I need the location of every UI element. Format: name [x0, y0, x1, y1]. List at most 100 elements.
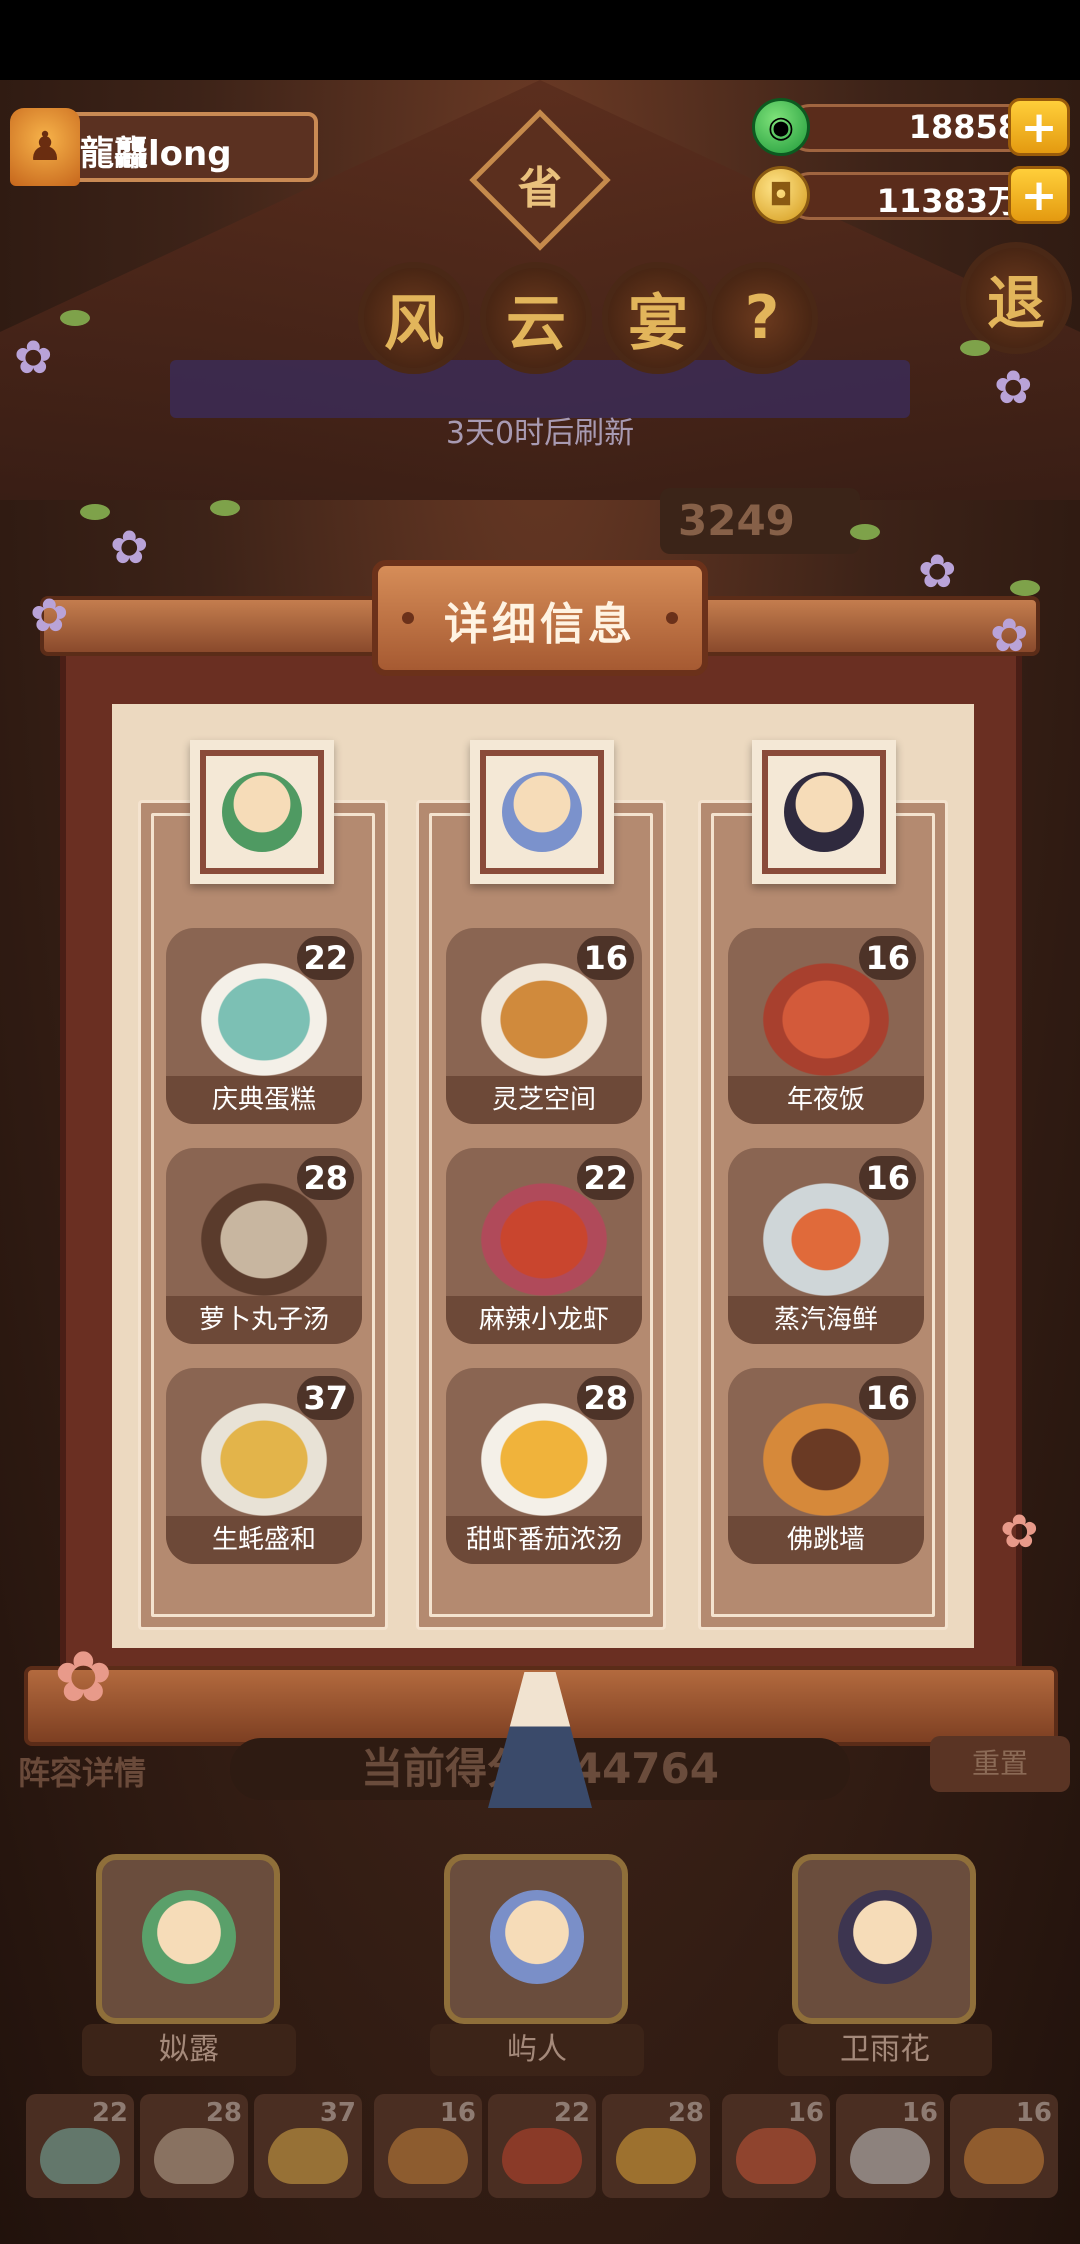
dish-count: 22	[577, 1156, 634, 1200]
leaf-icon	[80, 504, 110, 520]
leaf-icon	[1010, 580, 1040, 596]
slot-count: 28	[667, 2098, 704, 2128]
flower-icon: ✿	[994, 360, 1033, 414]
dish-name: 蒸汽海鲜	[728, 1296, 924, 1344]
dish-card[interactable]: 22 麻辣小龙虾	[446, 1148, 642, 1344]
dish-name: 庆典蛋糕	[166, 1076, 362, 1124]
slot-count: 22	[91, 2098, 128, 2128]
province-badge: 省	[518, 163, 562, 214]
chef-name-1: 姒露	[82, 2024, 296, 2076]
slot-count: 37	[319, 2098, 356, 2128]
dish-name: 灵芝空间	[446, 1076, 642, 1124]
event-title-char-2: 云	[480, 262, 592, 374]
add-coin-button[interactable]: +	[1008, 166, 1070, 224]
dish-slot[interactable]: 16	[836, 2094, 944, 2198]
dish-slot[interactable]: 22	[488, 2094, 596, 2198]
chef-portrait-2	[470, 740, 614, 884]
chef-avatar-icon	[838, 1890, 932, 1984]
dish-count: 16	[859, 1376, 916, 1420]
event-title-char-1: 风	[358, 262, 470, 374]
slot-count: 16	[787, 2098, 824, 2128]
jade-value: 18858	[908, 108, 1020, 146]
jade-icon: ◉	[752, 98, 810, 156]
coin-currency: 11383万 ◘ +	[752, 166, 1070, 224]
dish-card[interactable]: 16 灵芝空间	[446, 928, 642, 1124]
dish-count: 22	[297, 936, 354, 980]
player-avatar[interactable]: ♟	[10, 108, 80, 186]
refresh-countdown: 3天0时后刷新	[445, 416, 635, 451]
background-score: 3249	[660, 488, 860, 554]
exit-button[interactable]: 退	[960, 242, 1072, 354]
dish-slot[interactable]: 16	[722, 2094, 830, 2198]
leaf-icon	[960, 340, 990, 356]
dish-name: 甜虾番茄浓汤	[446, 1516, 642, 1564]
dish-count: 28	[297, 1156, 354, 1200]
dish-card[interactable]: 22 庆典蛋糕	[166, 928, 362, 1124]
flower-icon: ✿	[30, 588, 69, 642]
chef-portrait-1	[190, 740, 334, 884]
dish-slot[interactable]: 28	[140, 2094, 248, 2198]
dish-count: 28	[577, 1376, 634, 1420]
dish-slot[interactable]: 37	[254, 2094, 362, 2198]
dish-card[interactable]: 28 萝卜丸子汤	[166, 1148, 362, 1344]
flower-icon: ✿	[990, 608, 1029, 662]
dish-count: 16	[859, 936, 916, 980]
chef-avatar-icon	[142, 1890, 236, 1984]
player-name: 龍龘long	[80, 134, 232, 174]
jade-currency: 18858 ◉ +	[752, 98, 1070, 156]
flower-icon: ✿	[1000, 1504, 1039, 1558]
dish-card[interactable]: 37 生蚝盛和	[166, 1368, 362, 1564]
leaf-icon	[210, 500, 240, 516]
player-profile[interactable]: ♟ 龍龘long	[10, 108, 320, 186]
coin-value: 11383万	[876, 182, 1020, 220]
dish-count: 16	[577, 936, 634, 980]
dish-card[interactable]: 16 佛跳墙	[728, 1368, 924, 1564]
slot-count: 16	[1015, 2098, 1052, 2128]
dish-thumb-icon	[616, 2128, 696, 2184]
status-bar	[0, 0, 1080, 80]
chef-card-2[interactable]	[444, 1854, 628, 2024]
chef-card-3[interactable]	[792, 1854, 976, 2024]
reset-button[interactable]: 重置	[930, 1736, 1070, 1792]
help-button[interactable]: ?	[706, 262, 818, 374]
dish-card[interactable]: 28 甜虾番茄浓汤	[446, 1368, 642, 1564]
dish-name: 萝卜丸子汤	[166, 1296, 362, 1344]
dish-slot[interactable]: 22	[26, 2094, 134, 2198]
dish-slot[interactable]: 16	[374, 2094, 482, 2198]
chef-card-1[interactable]	[96, 1854, 280, 2024]
flower-icon: ✿	[14, 330, 53, 384]
flower-icon: ✿	[918, 544, 957, 598]
leaf-icon	[850, 524, 880, 540]
dish-card[interactable]: 16 年夜饭	[728, 928, 924, 1124]
coin-icon: ◘	[752, 166, 810, 224]
dish-card[interactable]: 16 蒸汽海鲜	[728, 1148, 924, 1344]
chef-name-2: 屿人	[430, 2024, 644, 2076]
dish-name: 生蚝盛和	[166, 1516, 362, 1564]
dish-thumb-icon	[850, 2128, 930, 2184]
add-jade-button[interactable]: +	[1008, 98, 1070, 156]
dish-slot[interactable]: 16	[950, 2094, 1058, 2198]
chef-portrait-3	[752, 740, 896, 884]
slot-count: 28	[205, 2098, 242, 2128]
dish-thumb-icon	[154, 2128, 234, 2184]
slot-count: 16	[901, 2098, 938, 2128]
chef-face-icon	[502, 772, 582, 852]
dish-thumb-icon	[736, 2128, 816, 2184]
flower-icon: ✿	[110, 520, 149, 574]
leaf-icon	[60, 310, 90, 326]
dish-thumb-icon	[268, 2128, 348, 2184]
chef-name-3: 卫雨花	[778, 2024, 992, 2076]
lineup-details-label[interactable]: 阵容详情	[18, 1748, 146, 1794]
dish-name: 年夜饭	[728, 1076, 924, 1124]
dish-name: 麻辣小龙虾	[446, 1296, 642, 1344]
dish-thumb-icon	[964, 2128, 1044, 2184]
flower-icon: ✿	[54, 1636, 113, 1718]
dish-count: 16	[859, 1156, 916, 1200]
dish-count: 37	[297, 1376, 354, 1420]
modal-title: 详细信息	[444, 599, 636, 650]
chef-face-icon	[222, 772, 302, 852]
slot-count: 22	[553, 2098, 590, 2128]
dish-slot[interactable]: 28	[602, 2094, 710, 2198]
chef-avatar-icon	[490, 1890, 584, 1984]
dish-thumb-icon	[40, 2128, 120, 2184]
